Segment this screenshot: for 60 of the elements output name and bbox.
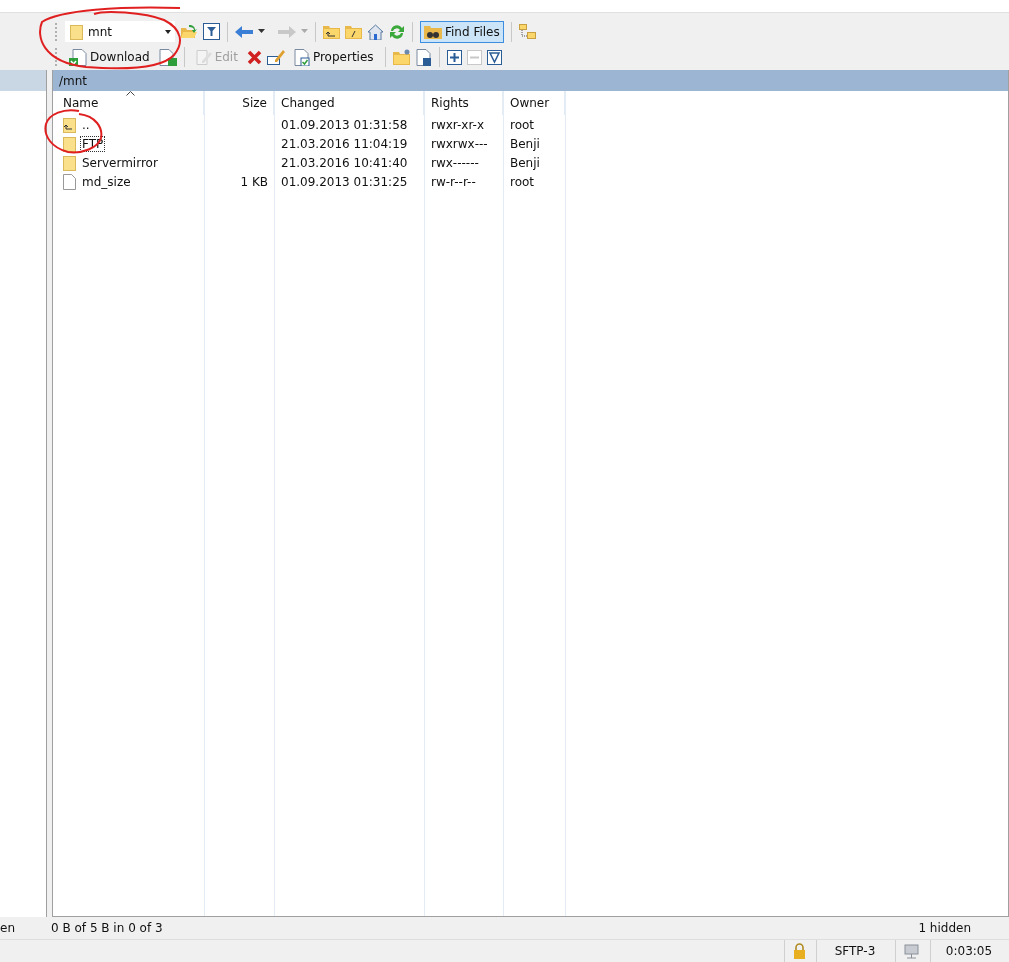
caret-icon [164, 28, 172, 35]
parent-folder-icon [63, 116, 76, 133]
column-header[interactable]: Owner [504, 91, 565, 115]
document-check-icon [293, 48, 310, 66]
sort-ascending-icon [126, 91, 135, 96]
table-cell: rwx------ [431, 155, 479, 170]
home-icon[interactable] [367, 23, 384, 40]
table-cell: rwxrwx--- [431, 136, 488, 151]
plus-icon[interactable] [446, 49, 462, 65]
find-files-button[interactable]: Find Files [420, 20, 504, 43]
folder-icon [63, 154, 76, 171]
file-name[interactable]: md_size [80, 173, 133, 190]
table-cell: Benji [510, 136, 540, 151]
filter-icon[interactable] [203, 23, 220, 41]
session-time: 0:03:05 [930, 940, 1007, 962]
properties-button[interactable]: Properties [289, 46, 378, 69]
document-arrow-icon[interactable] [415, 48, 432, 66]
protocol-label: SFTP-3 [816, 940, 893, 962]
table-cell: 21.03.2016 11:04:19 [281, 136, 408, 151]
rename-icon[interactable] [266, 48, 285, 66]
table-cell: Benji [510, 155, 540, 170]
root-folder-icon[interactable] [345, 24, 362, 40]
file-name[interactable]: .. [80, 116, 92, 133]
column-header[interactable]: Rights [425, 91, 503, 115]
caret-icon[interactable] [258, 29, 265, 35]
table-cell: 01.09.2013 01:31:25 [281, 174, 408, 189]
delete-icon[interactable] [246, 49, 262, 65]
document-download-icon [69, 48, 87, 66]
file-name[interactable]: Servermirror [80, 154, 160, 171]
path-bar: /mnt [53, 70, 1008, 91]
column-header[interactable]: Size [205, 91, 274, 115]
folder-icon [70, 23, 83, 40]
pencil-document-icon [195, 49, 212, 66]
table-cell: root [510, 117, 535, 132]
table-cell: rw-r--r-- [431, 174, 476, 189]
refresh-icon[interactable] [389, 23, 405, 40]
table-cell: rwxr-xr-x [431, 117, 485, 132]
table-cell: 01.09.2013 01:31:58 [281, 117, 408, 132]
file-icon [63, 173, 76, 190]
parent-folder-icon[interactable] [323, 24, 340, 40]
folder-gear-icon[interactable] [392, 49, 411, 66]
lock-icon [793, 943, 806, 959]
column-header[interactable]: Changed [275, 91, 424, 115]
select-filter-icon[interactable] [486, 49, 502, 65]
network-icon [904, 943, 920, 959]
back-arrow-icon[interactable] [235, 24, 253, 39]
table-cell: 21.03.2016 10:41:40 [281, 155, 408, 170]
selection-status: 0 B of 5 B in 0 of 3 [51, 921, 164, 935]
download-button[interactable]: Download [65, 46, 154, 69]
location-dropdown[interactable]: mnt [65, 21, 175, 43]
table-cell: root [510, 174, 535, 189]
column-header[interactable]: Name [57, 91, 204, 115]
table-cell: 1 KB [240, 174, 268, 189]
status-text: en [0, 921, 16, 935]
tree-icon[interactable] [518, 24, 536, 40]
folder-icon [63, 135, 76, 152]
binoculars-folder-icon [424, 23, 442, 40]
hidden-files-count: 1 hidden [918, 921, 972, 935]
open-folder-icon[interactable] [180, 23, 198, 40]
document-settings-icon[interactable] [158, 48, 177, 66]
